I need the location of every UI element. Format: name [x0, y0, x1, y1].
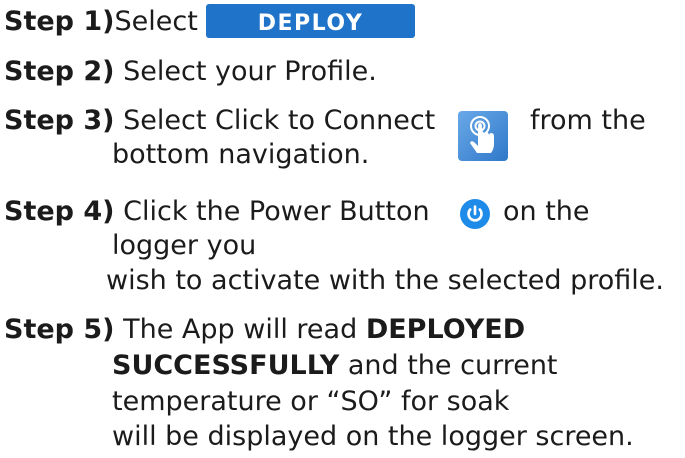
step-5-label: Step 5)	[4, 314, 115, 345]
step-2-label: Step 2)	[4, 56, 115, 87]
step-4-after: on the	[503, 196, 590, 227]
step-1-label: Step 1)	[4, 6, 115, 37]
step-3-after: from the	[530, 105, 646, 136]
step-4-continuation-2: wish to activate with the selected profi…	[106, 265, 664, 296]
step-5-line: Step 5) The App will read DEPLOYED	[4, 313, 525, 347]
step-1-line: Step 1)Select	[4, 5, 198, 39]
step-5-after: and the current	[347, 350, 558, 381]
step-2-text: Select your Profile.	[123, 56, 377, 87]
step-1-text: Select	[114, 6, 198, 37]
step-5-continuation-1: temperature or “SO” for soak	[112, 386, 510, 417]
step-5-continuation-2: will be displayed on the logger screen.	[112, 421, 634, 452]
tap-finger-icon	[458, 111, 508, 161]
step-5-bold-1: DEPLOYED	[365, 314, 526, 345]
step-2-line: Step 2) Select your Profile.	[4, 55, 377, 89]
step-3-line: Step 3) Select Click to Connect	[4, 104, 435, 138]
step-5-text: The App will read	[123, 314, 358, 345]
step-4-text: Click the Power Button	[123, 196, 430, 227]
step-5-bold-2: SUCCESSFULLY	[112, 350, 340, 381]
deploy-button[interactable]: DEPLOY	[206, 4, 415, 38]
step-4-line: Step 4) Click the Power Button	[4, 195, 430, 229]
step-4-label: Step 4)	[4, 196, 115, 227]
power-icon	[459, 198, 491, 230]
step-3-continuation: bottom navigation.	[112, 139, 370, 170]
step-3-label: Step 3)	[4, 105, 115, 136]
step-5-line-2: SUCCESSFULLY and the current	[112, 349, 558, 383]
step-3-text: Select Click to Connect	[123, 105, 436, 136]
step-4-continuation-1: logger you	[112, 230, 257, 261]
